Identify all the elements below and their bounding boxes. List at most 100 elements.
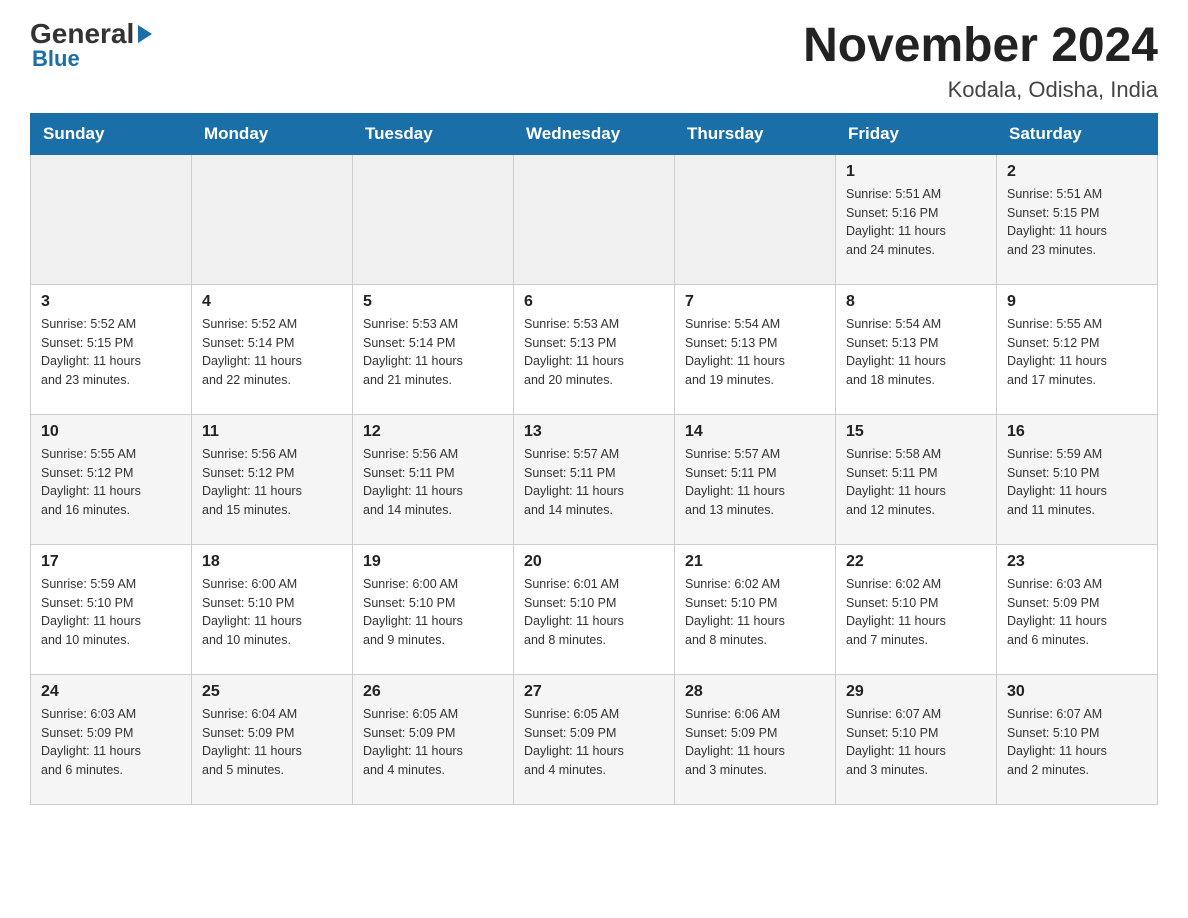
day-number: 3: [41, 293, 181, 311]
day-number: 30: [1007, 683, 1147, 701]
day-info: Sunrise: 5:51 AMSunset: 5:15 PMDaylight:…: [1007, 185, 1147, 260]
day-number: 22: [846, 553, 986, 571]
header-friday: Friday: [836, 113, 997, 154]
day-number: 20: [524, 553, 664, 571]
calendar-cell: 11 Sunrise: 5:56 AMSunset: 5:12 PMDayligh…: [192, 414, 353, 544]
calendar-cell: [514, 154, 675, 284]
day-number: 18: [202, 553, 342, 571]
day-info: Sunrise: 5:53 AMSunset: 5:13 PMDaylight:…: [524, 315, 664, 390]
calendar-cell: 6Sunrise: 5:53 AMSunset: 5:13 PMDaylight…: [514, 284, 675, 414]
header-wednesday: Wednesday: [514, 113, 675, 154]
calendar-cell: 7 Sunrise: 5:54 AMSunset: 5:13 PMDaylight…: [675, 284, 836, 414]
calendar-cell: 2 Sunrise: 5:51 AMSunset: 5:15 PMDaylight…: [997, 154, 1158, 284]
day-info: Sunrise: 5:52 AMSunset: 5:15 PMDaylight:…: [41, 315, 181, 390]
day-info: Sunrise: 6:00 AMSunset: 5:10 PMDaylight:…: [363, 575, 503, 650]
day-info: Sunrise: 6:04 AMSunset: 5:09 PMDaylight:…: [202, 705, 342, 780]
calendar-week-row: 17 Sunrise: 5:59 AMSunset: 5:10 PMDayligh…: [31, 544, 1158, 674]
calendar-cell: 12 Sunrise: 5:56 AMSunset: 5:11 PMDayligh…: [353, 414, 514, 544]
day-info: Sunrise: 5:55 AMSunset: 5:12 PMDaylight:…: [1007, 315, 1147, 390]
day-info: Sunrise: 5:57 AMSunset: 5:11 PMDaylight:…: [685, 445, 825, 520]
logo-general-text: General◀: [30, 20, 152, 48]
calendar-header-row: SundayMondayTuesdayWednesdayThursdayFrid…: [31, 113, 1158, 154]
day-info: Sunrise: 6:00 AMSunset: 5:10 PMDaylight:…: [202, 575, 342, 650]
day-number: 2: [1007, 163, 1147, 181]
title-block: November 2024 Kodala, Odisha, India: [803, 20, 1158, 103]
day-number: 11: [202, 423, 342, 441]
day-info: Sunrise: 5:55 AMSunset: 5:12 PMDaylight:…: [41, 445, 181, 520]
day-info: Sunrise: 6:02 AMSunset: 5:10 PMDaylight:…: [685, 575, 825, 650]
day-info: Sunrise: 5:59 AMSunset: 5:10 PMDaylight:…: [1007, 445, 1147, 520]
day-number: 28: [685, 683, 825, 701]
day-number: 7: [685, 293, 825, 311]
calendar-cell: 14 Sunrise: 5:57 AMSunset: 5:11 PMDayligh…: [675, 414, 836, 544]
day-info: Sunrise: 5:59 AMSunset: 5:10 PMDaylight:…: [41, 575, 181, 650]
header-monday: Monday: [192, 113, 353, 154]
day-number: 16: [1007, 423, 1147, 441]
header-sunday: Sunday: [31, 113, 192, 154]
day-info: Sunrise: 6:07 AMSunset: 5:10 PMDaylight:…: [1007, 705, 1147, 780]
calendar-cell: 22 Sunrise: 6:02 AMSunset: 5:10 PMDayligh…: [836, 544, 997, 674]
day-info: Sunrise: 5:51 AMSunset: 5:16 PMDaylight:…: [846, 185, 986, 260]
day-number: 19: [363, 553, 503, 571]
calendar-cell: [675, 154, 836, 284]
day-number: 24: [41, 683, 181, 701]
calendar-cell: 15 Sunrise: 5:58 AMSunset: 5:11 PMDayligh…: [836, 414, 997, 544]
day-info: Sunrise: 6:05 AMSunset: 5:09 PMDaylight:…: [363, 705, 503, 780]
day-number: 15: [846, 423, 986, 441]
day-info: Sunrise: 6:05 AMSunset: 5:09 PMDaylight:…: [524, 705, 664, 780]
day-number: 10: [41, 423, 181, 441]
day-number: 29: [846, 683, 986, 701]
calendar-cell: 30 Sunrise: 6:07 AMSunset: 5:10 PMDayligh…: [997, 674, 1158, 804]
calendar-table: SundayMondayTuesdayWednesdayThursdayFrid…: [30, 113, 1158, 805]
calendar-cell: [192, 154, 353, 284]
logo: General◀ Blue: [30, 20, 152, 70]
calendar-cell: 23 Sunrise: 6:03 AMSunset: 5:09 PMDayligh…: [997, 544, 1158, 674]
day-info: Sunrise: 6:06 AMSunset: 5:09 PMDaylight:…: [685, 705, 825, 780]
calendar-week-row: 24Sunrise: 6:03 AMSunset: 5:09 PMDayligh…: [31, 674, 1158, 804]
day-number: 17: [41, 553, 181, 571]
calendar-cell: 27 Sunrise: 6:05 AMSunset: 5:09 PMDayligh…: [514, 674, 675, 804]
day-number: 25: [202, 683, 342, 701]
calendar-cell: 16 Sunrise: 5:59 AMSunset: 5:10 PMDayligh…: [997, 414, 1158, 544]
day-number: 12: [363, 423, 503, 441]
calendar-cell: [353, 154, 514, 284]
day-info: Sunrise: 5:56 AMSunset: 5:11 PMDaylight:…: [363, 445, 503, 520]
day-info: Sunrise: 5:58 AMSunset: 5:11 PMDaylight:…: [846, 445, 986, 520]
header-thursday: Thursday: [675, 113, 836, 154]
month-title: November 2024: [803, 20, 1158, 73]
calendar-cell: 21 Sunrise: 6:02 AMSunset: 5:10 PMDayligh…: [675, 544, 836, 674]
logo-arrow-icon: ◀: [138, 25, 152, 43]
calendar-week-row: 1 Sunrise: 5:51 AMSunset: 5:16 PMDaylight…: [31, 154, 1158, 284]
day-info: Sunrise: 5:56 AMSunset: 5:12 PMDaylight:…: [202, 445, 342, 520]
day-number: 26: [363, 683, 503, 701]
logo-blue-text: Blue: [32, 48, 80, 70]
day-number: 21: [685, 553, 825, 571]
day-number: 14: [685, 423, 825, 441]
calendar-cell: 20Sunrise: 6:01 AMSunset: 5:10 PMDayligh…: [514, 544, 675, 674]
day-number: 1: [846, 163, 986, 181]
calendar-cell: 29 Sunrise: 6:07 AMSunset: 5:10 PMDayligh…: [836, 674, 997, 804]
calendar-cell: 13Sunrise: 5:57 AMSunset: 5:11 PMDayligh…: [514, 414, 675, 544]
calendar-cell: 9 Sunrise: 5:55 AMSunset: 5:12 PMDaylight…: [997, 284, 1158, 414]
day-number: 9: [1007, 293, 1147, 311]
calendar-cell: 3 Sunrise: 5:52 AMSunset: 5:15 PMDaylight…: [31, 284, 192, 414]
calendar-cell: [31, 154, 192, 284]
day-number: 23: [1007, 553, 1147, 571]
calendar-cell: 26 Sunrise: 6:05 AMSunset: 5:09 PMDayligh…: [353, 674, 514, 804]
calendar-cell: 24Sunrise: 6:03 AMSunset: 5:09 PMDayligh…: [31, 674, 192, 804]
day-number: 8: [846, 293, 986, 311]
calendar-cell: 28 Sunrise: 6:06 AMSunset: 5:09 PMDayligh…: [675, 674, 836, 804]
header-saturday: Saturday: [997, 113, 1158, 154]
day-number: 27: [524, 683, 664, 701]
calendar-cell: 1 Sunrise: 5:51 AMSunset: 5:16 PMDaylight…: [836, 154, 997, 284]
day-info: Sunrise: 6:07 AMSunset: 5:10 PMDaylight:…: [846, 705, 986, 780]
day-info: Sunrise: 6:03 AMSunset: 5:09 PMDaylight:…: [1007, 575, 1147, 650]
calendar-cell: 19 Sunrise: 6:00 AMSunset: 5:10 PMDayligh…: [353, 544, 514, 674]
day-info: Sunrise: 5:54 AMSunset: 5:13 PMDaylight:…: [685, 315, 825, 390]
calendar-cell: 18 Sunrise: 6:00 AMSunset: 5:10 PMDayligh…: [192, 544, 353, 674]
calendar-cell: 4Sunrise: 5:52 AMSunset: 5:14 PMDaylight…: [192, 284, 353, 414]
day-info: Sunrise: 6:02 AMSunset: 5:10 PMDaylight:…: [846, 575, 986, 650]
day-number: 13: [524, 423, 664, 441]
calendar-cell: 17 Sunrise: 5:59 AMSunset: 5:10 PMDayligh…: [31, 544, 192, 674]
location: Kodala, Odisha, India: [803, 77, 1158, 103]
